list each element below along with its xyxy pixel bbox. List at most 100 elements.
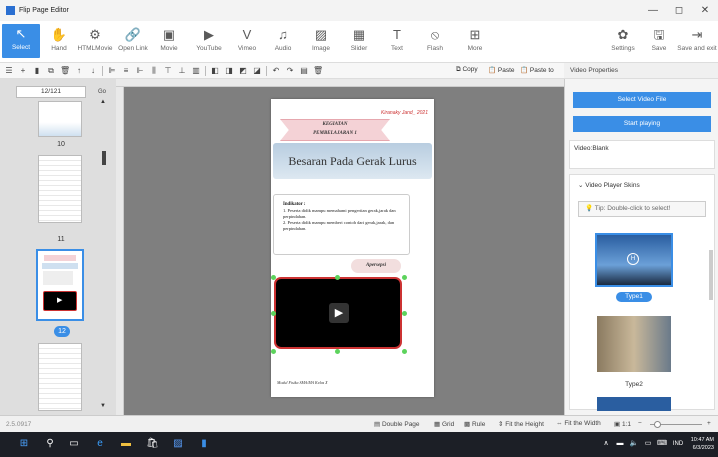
htmlmovie-button[interactable]: ⚙ HTMLMovie [76,25,114,52]
move-down-icon[interactable]: ↓ [88,66,98,76]
resize-handle[interactable] [271,349,276,354]
settings-button[interactable]: ✿ Settings [604,25,642,52]
zoom-out-icon[interactable]: − [638,420,642,427]
skins-scrollbar[interactable] [709,250,713,300]
undo-icon[interactable]: ↶ [271,66,281,76]
page-thumbnail-12[interactable]: ▶ [36,249,84,321]
battery-icon[interactable]: ▭ [642,438,654,450]
photos-icon[interactable]: ▨ [172,438,184,450]
scroll-down-icon[interactable]: ▼ [100,403,106,409]
skin-type2-label[interactable]: Type2 [616,381,652,388]
same-size-icon[interactable]: ▥ [191,66,201,76]
skin-type3-preview[interactable] [597,397,671,411]
move-up-icon[interactable]: ↑ [74,66,84,76]
maximize-button[interactable]: ◻ [666,0,692,21]
skin-type2-preview[interactable] [597,316,671,372]
clock[interactable]: 10:47 AM 6/3/2023 [691,436,714,452]
resize-handle[interactable] [402,349,407,354]
send-back-icon[interactable]: ◨ [224,66,234,76]
search-icon[interactable]: ⚲ [44,438,56,450]
skins-header[interactable]: ⌄ Video Player Skins [570,175,714,195]
thumbnail-scrollbar[interactable]: ▲ ▼ [100,99,108,409]
preview-icon[interactable]: ▤ [299,66,309,76]
page-number-input[interactable]: 12/121 [16,86,86,98]
task-view-icon[interactable]: ▭ [68,438,80,450]
vimeo-button[interactable]: V Vimeo [228,25,266,52]
keyboard-icon[interactable]: ⌨ [656,438,668,450]
align-top-icon[interactable]: ⊤ [163,66,173,76]
double-page-toggle[interactable]: ▤ Double Page [374,420,420,428]
movie-button[interactable]: ▣ Movie [150,25,188,52]
scroll-up-icon[interactable]: ▲ [100,99,106,105]
save-and-exit-button[interactable]: ⇥ Save and exit [676,25,718,52]
insert-page-icon[interactable]: ▮ [32,66,42,76]
skin-type1-preview[interactable]: H [595,233,673,287]
text-button[interactable]: T Text [378,25,416,52]
align-center-icon[interactable]: ≡ [121,66,131,76]
copy-button[interactable]: ⧉ Copy [456,66,478,74]
resize-handle[interactable] [335,349,340,354]
hand-tool-button[interactable]: ✋ Hand [40,25,78,52]
open-link-button[interactable]: 🔗 Open Link [114,25,152,52]
close-button[interactable]: ✕ [692,0,718,21]
add-page-icon[interactable]: + [18,66,28,76]
more-button[interactable]: ⊞ More [456,25,494,52]
redo-icon[interactable]: ↷ [285,66,295,76]
grid-toggle[interactable]: ▦ Grid [434,420,454,428]
play-icon[interactable]: ▶ [329,303,349,323]
minimize-button[interactable]: — [640,0,666,21]
save-icon: 🖫 [653,27,665,42]
start-playing-button[interactable]: Start playing [573,116,711,132]
page-thumbnail-11[interactable] [38,155,82,223]
youtube-button[interactable]: ▶ YouTube [190,25,228,52]
zoom-reset-button[interactable]: ▣ 1:1 [614,420,631,428]
flip-editor-taskbar-icon[interactable]: ▮ [198,438,210,450]
volume-icon[interactable]: 🔈 [628,438,640,450]
distribute-icon[interactable]: ⫼ [149,66,159,76]
windows-start-icon[interactable]: ⊞ [18,438,30,450]
group-icon[interactable]: ◩ [238,66,248,76]
zoom-slider-knob[interactable] [654,421,661,428]
tray-chevron-icon[interactable]: ∧ [600,438,612,450]
align-left-icon[interactable]: ⊫ [107,66,117,76]
zoom-slider[interactable] [650,421,702,428]
go-button[interactable]: Go [94,86,110,98]
trash-icon[interactable]: 🗑 [313,66,323,76]
ungroup-icon[interactable]: ◪ [252,66,262,76]
paste-button[interactable]: 📋 Paste [488,66,515,74]
image-button[interactable]: ▨ Image [302,25,340,52]
network-icon[interactable]: ▬ [614,438,626,450]
resize-handle[interactable] [402,275,407,280]
edge-icon[interactable]: e [94,438,106,450]
skin-type1-label[interactable]: Type1 [616,292,652,302]
fit-height-button[interactable]: ⇕ Fit the Height [498,420,544,428]
zoom-in-icon[interactable]: + [707,420,711,427]
video-element[interactable]: ▶ [274,277,402,349]
resize-handle[interactable] [271,275,276,280]
fit-width-button[interactable]: ⇔ Fit the Width [556,420,601,427]
language-indicator[interactable]: IND [668,438,688,450]
copy-page-icon[interactable]: ⧉ [46,66,56,76]
store-icon[interactable]: 🛍 [146,438,159,450]
select-video-file-button[interactable]: Select Video File [573,92,711,108]
resize-handle[interactable] [335,275,340,280]
resize-handle[interactable] [271,311,276,316]
select-tool-button[interactable]: ↖ Select [2,24,40,58]
align-right-icon[interactable]: ⊩ [135,66,145,76]
save-button[interactable]: 🖫 Save [640,25,678,52]
page-thumbnail-10[interactable] [38,101,82,137]
slider-button[interactable]: ▦ Slider [340,25,378,52]
align-middle-icon[interactable]: ⊥ [177,66,187,76]
list-icon[interactable]: ☰ [4,66,14,76]
flash-button[interactable]: ⦸ Flash [416,25,454,52]
resize-handle[interactable] [402,311,407,316]
scroll-thumb[interactable] [102,151,106,165]
editor-canvas[interactable]: Kiranaky Jand_ 2021 KEGIATAN PEMBELAJARA… [124,87,564,415]
paste-to-button[interactable]: 📋 Paste to [520,66,554,74]
delete-page-icon[interactable]: 🗑 [60,66,70,76]
file-explorer-icon[interactable]: ▬ [120,438,132,450]
bring-front-icon[interactable]: ◧ [210,66,220,76]
audio-button[interactable]: ♫ Audio [264,25,302,52]
page-thumbnail-13[interactable] [38,343,82,411]
rule-toggle[interactable]: ▩ Rule [464,420,485,428]
